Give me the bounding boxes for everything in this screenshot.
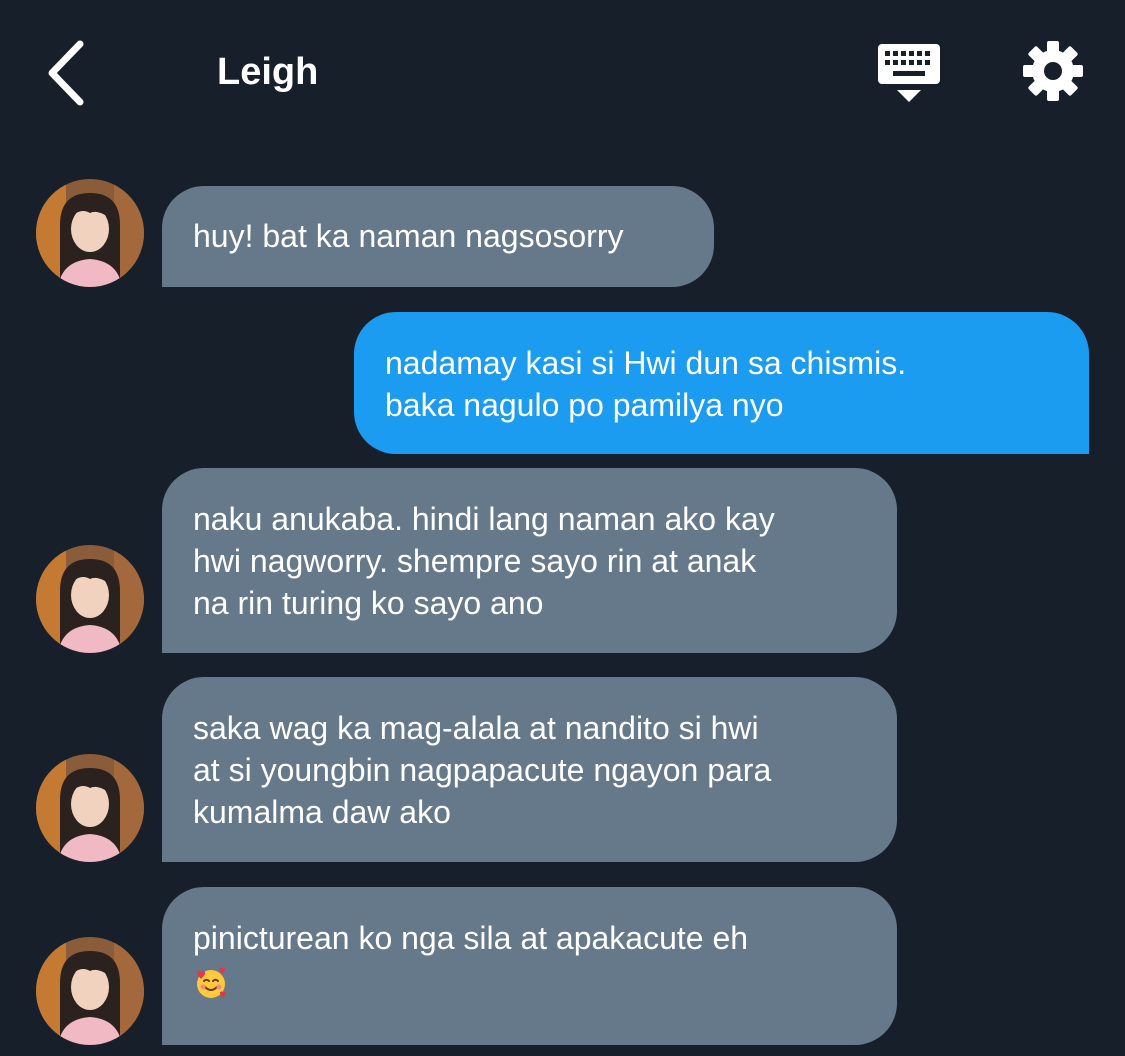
message-bubble-received[interactable]: saka wag ka mag-alala at nandito si hwi …	[162, 677, 897, 862]
gear-icon	[1023, 41, 1083, 101]
message-bubble-received[interactable]: pinicturean ko nga sila at apakacute eh	[162, 887, 897, 1045]
contact-avatar[interactable]	[36, 179, 144, 287]
emoji-line	[193, 959, 866, 1001]
chevron-left-icon	[48, 40, 84, 106]
message-text: baka nagulo po pamilya nyo	[385, 387, 784, 423]
message-text: saka wag ka mag-alala at nandito si hwi	[193, 710, 759, 746]
settings-button[interactable]	[1020, 38, 1086, 104]
contact-avatar[interactable]	[36, 937, 144, 1045]
chat-header: Leigh	[0, 0, 1125, 150]
message-text: pinicturean ko nga sila at apakacute eh	[193, 920, 749, 956]
contact-avatar[interactable]	[36, 754, 144, 862]
message-text: at si youngbin nagpapacute ngayon para	[193, 752, 772, 788]
message-text: naku anukaba. hindi lang naman ako kay	[193, 501, 775, 537]
smiling-face-with-hearts-emoji	[197, 967, 226, 998]
contact-avatar[interactable]	[36, 545, 144, 653]
back-button[interactable]	[40, 38, 96, 108]
contact-name[interactable]: Leigh	[217, 50, 318, 94]
keyboard-icon	[878, 44, 940, 102]
message-bubble-sent[interactable]: nadamay kasi si Hwi dun sa chismis. baka…	[354, 312, 1089, 454]
message-bubble-received[interactable]: huy! bat ka naman nagsosorry	[162, 186, 714, 287]
message-text: kumalma daw ako	[193, 794, 451, 830]
message-bubble-received[interactable]: naku anukaba. hindi lang naman ako kay h…	[162, 468, 897, 653]
message-text: huy! bat ka naman nagsosorry	[193, 218, 624, 254]
message-text: nadamay kasi si Hwi dun sa chismis.	[385, 345, 907, 381]
keyboard-button[interactable]	[874, 40, 944, 106]
message-text: na rin turing ko sayo ano	[193, 585, 544, 621]
message-text: hwi nagworry. shempre sayo rin at anak	[193, 543, 757, 579]
